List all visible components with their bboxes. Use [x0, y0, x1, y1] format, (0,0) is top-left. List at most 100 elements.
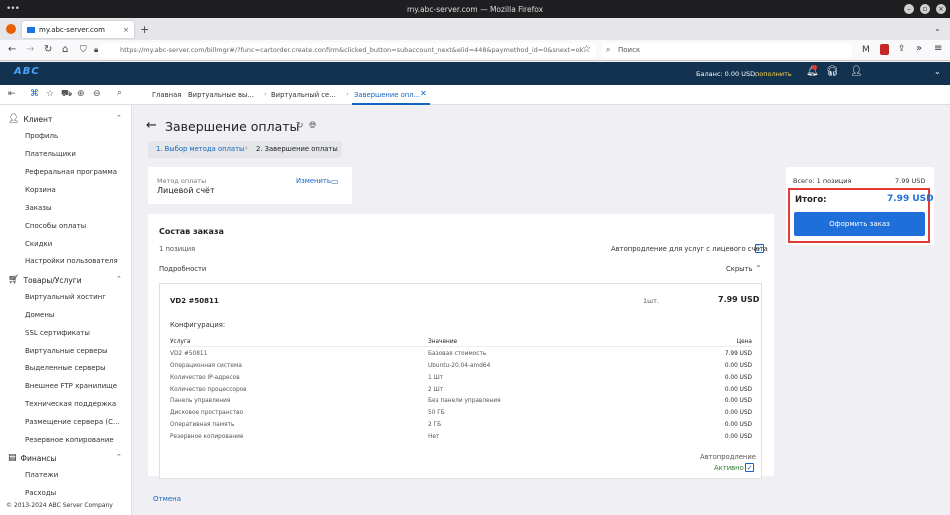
sidebar-item-discounts[interactable]: Скидки	[25, 240, 52, 248]
cell-price: 0.00 USD	[724, 363, 752, 369]
list-tabs-icon[interactable]: ⌄	[934, 24, 941, 33]
sidebar-item-payment-methods[interactable]: Способы оплаты	[25, 222, 86, 230]
favorite-star-icon[interactable]: ☆	[46, 89, 54, 99]
browser-tab[interactable]: my.abc-server.com ×	[22, 21, 134, 38]
chevron-up-icon[interactable]: ⌃	[116, 275, 122, 283]
tab-home[interactable]: Главная	[152, 91, 181, 99]
sidebar-item-hosting[interactable]: Виртуальный хостинг	[25, 293, 106, 301]
autoprolong-checkbox[interactable]: ✓	[755, 244, 764, 253]
cart-icon[interactable]: ⛟	[61, 89, 72, 100]
sidebar-item-profile[interactable]: Профиль	[25, 132, 58, 140]
home-icon[interactable]: ⌂	[62, 44, 68, 55]
overflow-icon[interactable]: »	[916, 43, 922, 54]
gmail-icon[interactable]: M	[862, 45, 870, 55]
url-bar[interactable]: https://my.abc-server.com/billmgr#/?func…	[100, 43, 596, 58]
hamburger-menu-icon[interactable]: ≡	[934, 43, 942, 54]
search-bar[interactable]: Поиск	[602, 43, 852, 58]
sidebar-section-client[interactable]: 👤︎ Клиент	[8, 114, 52, 124]
logo[interactable]: ABC	[14, 66, 40, 77]
sidebar-item-user-settings[interactable]: Настройки пользователя	[25, 257, 118, 265]
tab-virtual-hosting[interactable]: Виртуальные вы...	[188, 91, 254, 99]
autoprolong-account-label: Автопродление для услуг с лицевого счёта	[611, 245, 768, 253]
cell-value: Без панели управления	[428, 398, 501, 404]
cell-service: Резервное копирование	[170, 434, 244, 440]
refresh-icon[interactable]: ↻	[296, 121, 304, 131]
tab-payment-completion[interactable]: Завершение опл...	[354, 91, 420, 99]
chevron-up-icon[interactable]: ⌃	[116, 114, 122, 122]
search-icon[interactable]: ⌕	[117, 88, 122, 98]
maximize-icon[interactable]: ▫	[920, 4, 930, 14]
close-tab-icon[interactable]: ×	[123, 26, 129, 34]
change-payment-link[interactable]: Изменить	[296, 177, 331, 185]
sidebar-item-backup[interactable]: Резервное копирование	[25, 436, 114, 444]
tab-separator-icon: ›	[264, 90, 267, 98]
lock-icon[interactable]: 🔒︎	[94, 45, 98, 55]
sidebar-item-domains[interactable]: Домены	[25, 311, 54, 319]
step-1[interactable]: 1. Выбор метода оплаты	[156, 145, 244, 153]
tab-virtual-server[interactable]: Виртуальный се...	[271, 91, 336, 99]
cell-value: 2 Шт	[428, 387, 444, 393]
add-circle-icon[interactable]: ⊕	[77, 89, 85, 99]
shield-icon[interactable]: ⛉	[80, 45, 87, 55]
cell-price: 0.00 USD	[724, 434, 752, 440]
search-icon: ⌕	[606, 45, 611, 54]
sidebar-section-finance[interactable]: ▤ Финансы	[8, 453, 56, 463]
cell-service: Дисковое пространство	[170, 410, 244, 416]
tree-icon[interactable]: ⌘	[30, 89, 39, 99]
step-2[interactable]: 2. Завершение оплаты	[256, 145, 338, 153]
hide-details-link[interactable]: Скрыть	[726, 265, 753, 273]
summary-total-price: 7.99 USD	[887, 194, 934, 204]
sidebar-item-referral[interactable]: Реферальная программа	[25, 168, 117, 176]
place-order-button[interactable]: Оформить заказ	[794, 212, 925, 236]
window-title: my.abc-server.com — Mozilla Firefox	[406, 4, 544, 14]
sidebar-item-cart[interactable]: Корзина	[25, 186, 56, 194]
sidebar-item-payments[interactable]: Платежи	[25, 471, 58, 479]
remove-circle-icon[interactable]: ⊖	[93, 89, 101, 99]
user-menu-chevron-icon[interactable]: ⌄	[934, 67, 941, 76]
close-tab-icon[interactable]: ✕	[420, 89, 427, 98]
back-arrow-icon[interactable]: ←	[146, 118, 157, 133]
sidebar-section-products[interactable]: 🛒︎ Товары/Услуги	[8, 275, 82, 285]
close-window-icon[interactable]: ×	[936, 4, 946, 14]
sidebar-item-colocation[interactable]: Размещение сервера (С...	[25, 418, 120, 426]
card-icon[interactable]: ▭	[331, 177, 339, 186]
share-icon[interactable]: ⇪	[898, 44, 906, 54]
sidebar-item-ssl[interactable]: SSL сертификаты	[25, 329, 90, 337]
cell-price: 0.00 USD	[724, 410, 752, 416]
chevron-up-icon[interactable]: ⌃	[116, 453, 122, 461]
reload-icon[interactable]: ↻	[44, 44, 52, 55]
chevron-up-icon[interactable]: ⌃	[755, 264, 762, 273]
summary-total-items-price: 7.99 USD	[895, 177, 926, 185]
back-icon[interactable]: ←	[8, 44, 16, 55]
favicon-icon	[27, 26, 35, 33]
sidebar-item-support[interactable]: Техническая поддержка	[25, 400, 116, 408]
collapse-icon[interactable]: ⇤	[8, 89, 16, 99]
cell-value: Базовая стоимость	[428, 351, 487, 357]
sidebar-item-dedicated[interactable]: Выделенные серверы	[25, 364, 105, 372]
minimize-icon[interactable]: –	[904, 4, 914, 14]
extension-icon[interactable]	[880, 44, 889, 55]
sidebar-item-expenses[interactable]: Расходы	[25, 489, 56, 497]
support-icon[interactable]: 🎧︎	[826, 66, 839, 77]
bookmark-star-icon[interactable]: ☆	[582, 44, 591, 55]
cancel-link[interactable]: Отмена	[153, 495, 181, 503]
payment-method-label: Метод оплаты	[157, 177, 207, 185]
section-label: Клиент	[23, 114, 53, 124]
item-autoprolong-checkbox[interactable]: ✓	[745, 463, 754, 472]
sidebar-item-payers[interactable]: Плательщики	[25, 150, 76, 158]
copyright: © 2013-2024 ABC Server Company	[6, 502, 113, 509]
menu-dots-icon[interactable]: •••	[6, 4, 20, 14]
sidebar-item-vps[interactable]: Виртуальные серверы	[25, 347, 108, 355]
user-icon: 👤︎	[8, 114, 20, 124]
sidebar-item-ftp[interactable]: Внешнее FTP хранилище	[25, 382, 117, 390]
new-tab-button[interactable]: +	[140, 23, 149, 36]
forward-icon[interactable]: →	[26, 44, 34, 55]
firefox-view-icon[interactable]	[6, 24, 16, 34]
sidebar-item-orders[interactable]: Заказы	[25, 204, 52, 212]
active-tab-indicator	[352, 103, 430, 105]
topup-link[interactable]: пополнить	[755, 70, 792, 78]
globe-icon[interactable]: 🌐︎	[309, 121, 316, 131]
app-toolbar	[0, 85, 950, 105]
user-icon[interactable]: 👤︎	[850, 66, 863, 77]
browser-tab-title: my.abc-server.com	[39, 25, 105, 34]
